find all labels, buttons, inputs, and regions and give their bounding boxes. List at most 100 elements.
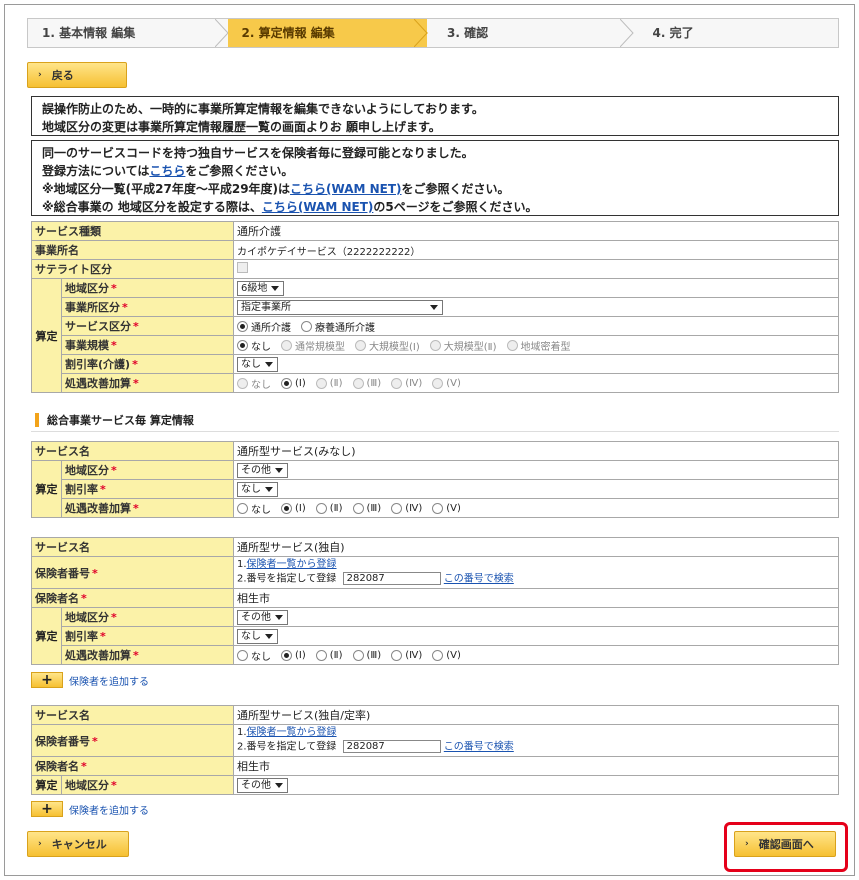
area-cell: その他 <box>233 607 839 627</box>
registration-help-link[interactable]: こちら <box>149 164 185 178</box>
insurer-no-cell: 1.保険者一覧から登録 2.番号を指定して登録 282087 この番号で検索 <box>233 556 839 589</box>
area-select[interactable]: 6級地 <box>237 280 285 296</box>
opt2-text: 2.番号を指定して登録 <box>237 741 337 753</box>
notice-text: をご参照ください。 <box>185 164 294 178</box>
treat-radio-none[interactable]: なし <box>237 648 271 663</box>
insurer-list-link[interactable]: 保険者一覧から登録 <box>247 559 337 570</box>
discount-select[interactable]: なし <box>237 628 278 644</box>
office-name-value: カイポケデイサービス（2222222222） <box>233 240 839 260</box>
radio-label: (Ⅲ) <box>366 502 382 514</box>
add-insurer-row: + 保険者を追加する <box>31 672 149 688</box>
treat-radio-4[interactable]: (Ⅳ) <box>391 377 423 389</box>
treat-radio-3[interactable]: (Ⅲ) <box>352 502 382 514</box>
service-name-label: サービス名 <box>31 537 234 557</box>
insurer-no-label: 保険者番号 * <box>31 556 234 589</box>
insurer-opt2: 2.番号を指定して登録 282087 この番号で検索 <box>237 572 835 587</box>
treat-radio-1[interactable]: (Ⅰ) <box>281 649 306 661</box>
treat-label-text: 処遇改善加算 <box>65 377 131 390</box>
notice-info-line2: 登録方法についてはこちらをご参照ください。 <box>42 162 828 180</box>
scale-radio-large2[interactable]: 大規模型(Ⅱ) <box>429 338 497 353</box>
insurer-no-label-text: 保険者番号 <box>35 566 90 580</box>
treat-radio-3[interactable]: (Ⅲ) <box>352 649 381 661</box>
scale-radio-large1[interactable]: 大規模型(Ⅰ) <box>355 338 420 353</box>
add-insurer-link[interactable]: 保険者を追加する <box>69 802 149 817</box>
area-select[interactable]: その他 <box>237 462 288 478</box>
treat-label-text: 処遇改善加算 <box>65 649 131 662</box>
treat-radio-4[interactable]: (Ⅳ) <box>391 649 423 661</box>
office-kubun-select[interactable]: 指定事業所 <box>237 299 443 315</box>
scale-radio-none[interactable]: なし <box>237 338 271 353</box>
table-row: 処遇改善加算 * なし (Ⅰ) (Ⅱ) (Ⅲ) (Ⅳ) (Ⅴ) <box>32 498 839 518</box>
add-insurer-link[interactable]: 保険者を追加する <box>69 673 149 688</box>
search-by-number-link[interactable]: この番号で検索 <box>444 574 514 585</box>
table-row: 算定 地域区分 * 6級地 <box>31 278 839 393</box>
table-row: 事業所名 カイポケデイサービス（2222222222） <box>31 240 839 260</box>
discount-cell: なし <box>233 354 839 374</box>
scale-radio-community[interactable]: 地域密着型 <box>506 338 571 353</box>
service-table-minashi: サービス名 通所型サービス(みなし) 算定 地域区分 * その他 割引率 * なし … <box>31 441 839 518</box>
section-heading: 総合事業サービス毎 算定情報 <box>35 412 194 428</box>
treat-radio-none[interactable]: なし <box>237 376 271 391</box>
discount-select[interactable]: なし <box>237 356 278 372</box>
service-table-dokuji: サービス名 通所型サービス(独自) 保険者番号 * 1.保険者一覧から登録 2.番… <box>31 537 839 665</box>
office-kubun-label-text: 事業所区分 <box>65 301 120 314</box>
treat-radio-5[interactable]: (Ⅴ) <box>432 649 461 661</box>
service-kubun-radio-ryoyo[interactable]: 療養通所介護 <box>301 319 375 334</box>
radio-label: (Ⅰ) <box>295 649 306 661</box>
service-name-value: 通所型サービス(独自/定率) <box>233 705 839 725</box>
treat-radio-1[interactable]: (Ⅰ) <box>281 377 306 389</box>
table-row: 保険者名 * 相生市 <box>31 588 839 608</box>
wamnet-area-list-link[interactable]: こちら(WAM NET) <box>290 182 402 196</box>
area-label: 地域区分 * <box>61 460 234 480</box>
add-insurer-button[interactable]: + <box>31 672 63 688</box>
treat-radio-3[interactable]: (Ⅲ) <box>352 377 381 389</box>
treat-radio-none[interactable]: なし <box>237 501 271 516</box>
santei-group-label: 算定 <box>31 607 62 665</box>
treat-radio-2[interactable]: (Ⅱ) <box>315 502 343 514</box>
area-label: 地域区分 * <box>61 278 234 298</box>
radio-label: なし <box>251 504 271 516</box>
search-by-number-link[interactable]: この番号で検索 <box>444 742 514 753</box>
area-label-text: 地域区分 <box>65 611 109 624</box>
table-row: 割引率 * なし <box>32 479 839 499</box>
back-button[interactable]: › 戻る <box>27 62 127 88</box>
insurer-opt1: 1.保険者一覧から登録 <box>237 726 835 740</box>
treat-cell: なし (Ⅰ) (Ⅱ) (Ⅲ) (Ⅳ) (Ⅴ) <box>233 645 839 665</box>
service-kubun-radio-tsusho[interactable]: 通所介護 <box>237 319 291 334</box>
add-insurer-button[interactable]: + <box>31 801 63 817</box>
treat-radio-5[interactable]: (Ⅴ) <box>432 502 461 514</box>
step-2: 2. 算定情報 編集 <box>227 19 428 47</box>
insurer-list-link[interactable]: 保険者一覧から登録 <box>247 727 337 738</box>
insurer-name-value: 相生市 <box>233 588 839 608</box>
main-santei-table: サービス種類 通所介護 事業所名 カイポケデイサービス（2222222222） … <box>31 221 839 393</box>
santei-group-label: 算定 <box>31 775 62 795</box>
radio-label: (Ⅳ) <box>405 377 423 389</box>
radio-label: 大規模型(Ⅱ) <box>443 341 497 353</box>
insurer-name-label: 保険者名 * <box>31 588 234 608</box>
treat-radio-4[interactable]: (Ⅳ) <box>391 502 422 514</box>
scale-cell: なし 通常規模型 大規模型(Ⅰ) 大規模型(Ⅱ) 地域密着型 <box>233 335 839 355</box>
notice-info-line3: ※地域区分一覧(平成27年度～平成29年度)はこちら(WAM NET)をご参照く… <box>42 180 828 198</box>
area-select[interactable]: その他 <box>237 777 288 793</box>
step-arrow-icon <box>619 19 634 47</box>
step-3-label: 3. 確認 <box>447 26 489 40</box>
discount-label: 割引率(介護) * <box>61 354 234 374</box>
table-row: サービス種類 通所介護 <box>31 221 839 241</box>
service-name-value: 通所型サービス(みなし) <box>233 441 839 461</box>
treat-radio-2[interactable]: (Ⅱ) <box>315 377 343 389</box>
treat-radio-2[interactable]: (Ⅱ) <box>315 649 343 661</box>
insurer-no-input[interactable]: 282087 <box>342 572 441 586</box>
insurer-no-input[interactable]: 282087 <box>342 740 441 754</box>
step-4-label: 4. 完了 <box>652 26 694 40</box>
scale-radio-normal[interactable]: 通常規模型 <box>281 338 345 353</box>
treat-radio-1[interactable]: (Ⅰ) <box>281 502 306 514</box>
treat-radio-5[interactable]: (Ⅴ) <box>432 377 461 389</box>
cancel-button[interactable]: › キャンセル <box>27 831 129 857</box>
insurer-name-value: 相生市 <box>233 756 839 776</box>
area-select[interactable]: その他 <box>237 609 288 625</box>
insurer-name-label-text: 保険者名 <box>35 592 79 605</box>
wamnet-sogo-link[interactable]: こちら(WAM NET) <box>262 200 374 214</box>
radio-label: (Ⅳ) <box>405 649 423 661</box>
radio-label: (Ⅱ) <box>329 377 343 389</box>
discount-select[interactable]: なし <box>237 481 278 497</box>
